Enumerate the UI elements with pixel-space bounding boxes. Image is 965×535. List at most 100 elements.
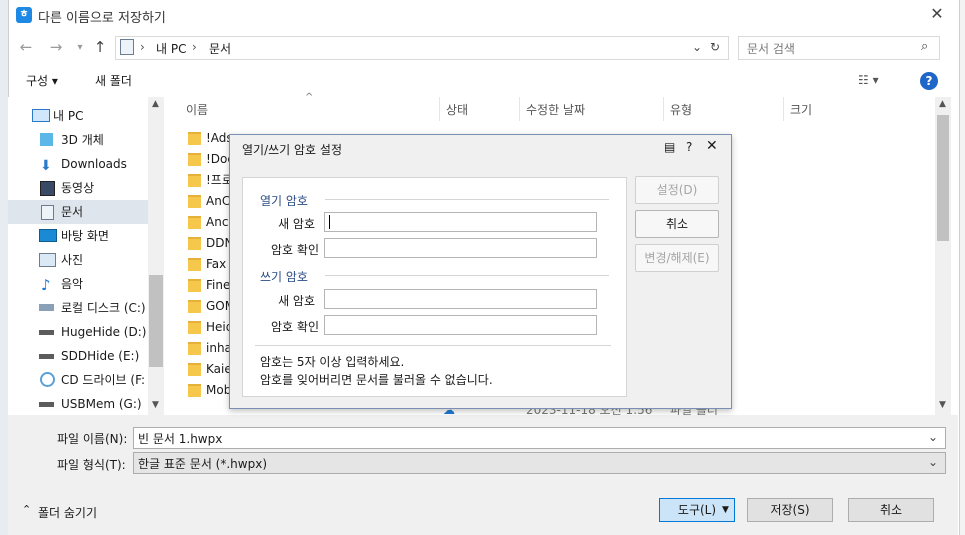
nav-scrollbar[interactable]: ▲ ▼: [148, 97, 164, 415]
folder-icon: [188, 342, 201, 355]
folder-icon: [188, 216, 201, 229]
chevron-down-icon[interactable]: ⌄: [928, 430, 938, 444]
nav-item-3d[interactable]: 3D 개체: [8, 128, 148, 152]
column-header-name[interactable]: 이름: [186, 101, 208, 118]
navigation-pane: 내 PC 3D 개체 ⬇ Downloads 동영상 문서 바탕 화면 사진 ♪…: [8, 97, 164, 416]
section-divider: [255, 345, 611, 346]
file-scroll-thumb[interactable]: [937, 115, 949, 241]
filetype-select[interactable]: 한글 표준 문서 (*.hwpx) ⌄: [133, 452, 946, 474]
cancel-button[interactable]: 취소: [848, 498, 934, 522]
back-arrow-icon[interactable]: ←: [16, 38, 36, 56]
drive-icon: [39, 402, 54, 407]
filename-label: 파일 이름(N):: [57, 432, 128, 446]
scroll-up-icon[interactable]: ▲: [939, 99, 946, 109]
open-confirm-password-input[interactable]: [324, 238, 597, 258]
desktop-icon: [39, 229, 57, 242]
document-folder-icon: [120, 39, 134, 55]
nav-item-drive-g[interactable]: USBMem (G:): [8, 392, 148, 416]
hide-folders-toggle[interactable]: 폴더 숨기기: [38, 504, 97, 521]
folder-icon: [188, 384, 201, 397]
change-remove-password-button[interactable]: 변경/해제(E): [635, 244, 719, 272]
nav-item-downloads[interactable]: ⬇ Downloads: [8, 152, 148, 176]
folder-icon: [188, 237, 201, 250]
folder-icon: [188, 132, 201, 145]
nav-item-music[interactable]: ♪ 음악: [8, 272, 148, 296]
view-options-icon[interactable]: ☷ ▾: [858, 73, 879, 87]
column-header-status[interactable]: 상태: [446, 101, 468, 118]
cd-icon: [40, 372, 55, 387]
close-icon[interactable]: ✕: [706, 138, 718, 154]
nav-item-mypc[interactable]: 내 PC: [8, 104, 148, 128]
drive-icon: [39, 330, 54, 335]
nav-item-drive-f[interactable]: CD 드라이브 (F:: [8, 368, 148, 392]
open-new-password-input[interactable]: [324, 212, 597, 232]
new-folder-button[interactable]: 새 폴더: [95, 72, 132, 89]
confirm-password-label: 암호 확인: [271, 320, 319, 334]
password-cancel-button[interactable]: 취소: [635, 210, 719, 238]
organize-menu[interactable]: 구성 ▾: [26, 72, 58, 89]
folder-icon: [188, 321, 201, 334]
nav-item-drive-c[interactable]: 로컬 디스크 (C:): [8, 296, 148, 320]
write-confirm-password-input[interactable]: [324, 315, 597, 335]
text-cursor: [329, 215, 330, 229]
column-divider[interactable]: [663, 97, 664, 121]
set-password-button[interactable]: 설정(D): [635, 176, 719, 204]
info-icon[interactable]: ▤: [664, 140, 675, 154]
search-placeholder: 문서 검색: [747, 42, 795, 56]
folder-icon: [188, 153, 201, 166]
up-arrow-icon[interactable]: ↑: [90, 38, 110, 56]
scroll-up-icon[interactable]: ▲: [152, 99, 159, 109]
dropdown-arrow-icon[interactable]: ▼: [722, 499, 729, 521]
address-dropdown-icon[interactable]: ⌄: [692, 40, 702, 54]
section-divider: [325, 199, 609, 200]
drive-icon: [39, 304, 54, 311]
column-divider[interactable]: [783, 97, 784, 121]
column-header-size[interactable]: 크기: [790, 101, 812, 118]
refresh-icon[interactable]: ↻: [710, 40, 720, 54]
nav-item-desktop[interactable]: 바탕 화면: [8, 224, 148, 248]
password-note-warning: 암호를 잊어버리면 문서를 불러올 수 없습니다.: [260, 373, 493, 387]
close-icon[interactable]: ✕: [928, 5, 946, 23]
drive-icon: [39, 354, 54, 359]
tools-button[interactable]: 도구(L) ▼: [659, 498, 735, 522]
search-icon[interactable]: ⌕: [921, 39, 928, 54]
save-button[interactable]: 저장(S): [747, 498, 833, 522]
nav-scroll-thumb[interactable]: [149, 275, 163, 367]
column-header-type[interactable]: 유형: [670, 101, 692, 118]
filename-input[interactable]: 빈 문서 1.hwpx ⌄: [133, 427, 946, 449]
file-list-scrollbar[interactable]: ▲ ▼: [935, 97, 951, 415]
new-password-label: 새 암호: [278, 217, 315, 231]
search-input[interactable]: 문서 검색 ⌕: [738, 36, 940, 60]
help-icon[interactable]: ?: [920, 72, 938, 90]
nav-item-drive-d[interactable]: HugeHide (D:): [8, 320, 148, 344]
nav-item-videos[interactable]: 동영상: [8, 176, 148, 200]
recent-locations-chevron-icon[interactable]: ▾: [70, 42, 90, 53]
document-icon: [41, 205, 54, 220]
nav-item-documents[interactable]: 문서: [8, 200, 148, 224]
write-password-section: 쓰기 암호: [260, 270, 308, 284]
address-bar[interactable]: › 내 PC › 문서 ⌄ ↻: [115, 36, 729, 60]
chevron-down-icon[interactable]: ⌄: [928, 455, 938, 469]
address-separator-icon: ›: [140, 40, 145, 54]
password-dialog-title: 열기/쓰기 암호 설정: [242, 143, 342, 157]
sort-ascending-icon: ^: [305, 92, 314, 103]
section-divider: [325, 275, 609, 276]
open-password-section: 열기 암호: [260, 194, 308, 208]
scroll-down-icon[interactable]: ▼: [152, 400, 159, 410]
scroll-down-icon[interactable]: ▼: [939, 400, 946, 410]
forward-arrow-icon[interactable]: →: [46, 38, 66, 56]
address-root[interactable]: 내 PC: [156, 40, 186, 57]
folder-icon: [188, 279, 201, 292]
column-divider[interactable]: [519, 97, 520, 121]
nav-item-drive-e[interactable]: SDDHide (E:): [8, 344, 148, 368]
column-header-modified[interactable]: 수정한 날짜: [526, 101, 585, 118]
folder-icon: [188, 195, 201, 208]
column-divider[interactable]: [439, 97, 440, 121]
address-current[interactable]: 문서: [209, 40, 231, 57]
picture-icon: [39, 253, 56, 267]
download-icon: ⬇: [40, 158, 52, 174]
nav-item-pictures[interactable]: 사진: [8, 248, 148, 272]
help-icon[interactable]: ?: [686, 140, 692, 154]
write-new-password-input[interactable]: [324, 289, 597, 309]
chevron-up-icon[interactable]: ⌃: [22, 503, 31, 516]
